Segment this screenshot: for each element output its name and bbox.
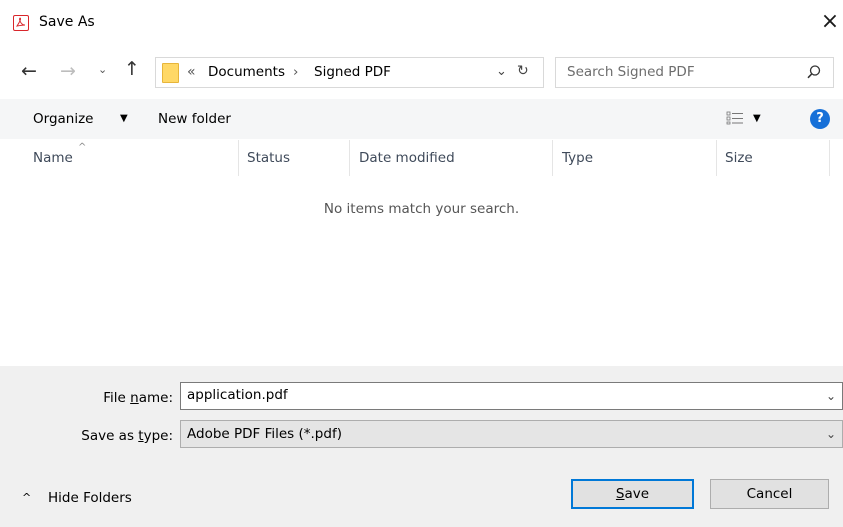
help-icon[interactable]: ? xyxy=(810,109,830,129)
column-type[interactable]: Type xyxy=(562,150,593,166)
sort-ascending-icon: ^ xyxy=(78,142,87,153)
column-status[interactable]: Status xyxy=(247,150,290,166)
save-as-type-label: Save as type: xyxy=(81,428,173,444)
view-options-caret-icon[interactable]: ▼ xyxy=(753,113,761,124)
refresh-icon[interactable]: ↻ xyxy=(517,63,529,79)
breadcrumb-overflow[interactable]: « xyxy=(187,64,196,80)
forward-arrow-icon[interactable]: → xyxy=(60,60,76,82)
column-divider[interactable] xyxy=(349,140,350,176)
save-as-type-dropdown-icon[interactable]: ⌄ xyxy=(826,427,836,441)
save-as-type-select[interactable]: Adobe PDF Files (*.pdf) ⌄ xyxy=(180,420,843,448)
search-input[interactable]: Search Signed PDF xyxy=(555,57,834,88)
new-folder-button[interactable]: New folder xyxy=(158,111,231,127)
cancel-button[interactable]: Cancel xyxy=(710,479,829,509)
view-options-icon[interactable] xyxy=(726,110,744,130)
column-header-row: ^ Name Status Date modified Type Size xyxy=(0,140,843,176)
column-divider[interactable] xyxy=(238,140,239,176)
breadcrumb-documents[interactable]: Documents xyxy=(208,64,285,80)
up-arrow-icon[interactable]: ↑ xyxy=(124,58,140,80)
recent-locations-chevron-icon[interactable]: ⌄ xyxy=(98,63,107,76)
address-bar[interactable]: « Documents › Signed PDF ⌄ ↻ xyxy=(155,57,544,88)
close-icon[interactable]: × xyxy=(819,9,841,35)
file-name-input[interactable] xyxy=(187,387,807,403)
search-placeholder: Search Signed PDF xyxy=(567,64,695,80)
window-title: Save As xyxy=(39,14,95,30)
organize-caret-icon[interactable]: ▼ xyxy=(120,113,128,124)
title-bar: Save As × xyxy=(0,0,843,46)
hide-folders-caret-icon[interactable]: ^ xyxy=(22,491,31,504)
hide-folders-button[interactable]: Hide Folders xyxy=(48,490,132,506)
address-dropdown-icon[interactable]: ⌄ xyxy=(496,64,507,79)
back-arrow-icon[interactable]: ← xyxy=(21,60,37,82)
column-divider[interactable] xyxy=(716,140,717,176)
file-name-dropdown-icon[interactable]: ⌄ xyxy=(826,389,836,403)
acrobat-icon xyxy=(13,15,29,31)
column-date-modified[interactable]: Date modified xyxy=(359,150,455,166)
breadcrumb-separator-icon[interactable]: › xyxy=(293,64,298,80)
column-divider[interactable] xyxy=(552,140,553,176)
file-name-field[interactable]: ⌄ xyxy=(180,382,843,410)
save-options-panel: File name: ⌄ Save as type: Adobe PDF Fil… xyxy=(0,366,843,527)
empty-list-message: No items match your search. xyxy=(323,201,520,217)
column-name[interactable]: Name xyxy=(33,150,73,166)
save-button[interactable]: Save xyxy=(571,479,694,509)
breadcrumb-signed-pdf[interactable]: Signed PDF xyxy=(314,64,391,80)
column-divider[interactable] xyxy=(829,140,830,176)
column-size[interactable]: Size xyxy=(725,150,753,166)
organize-button[interactable]: Organize xyxy=(33,111,93,127)
folder-icon xyxy=(162,63,179,83)
file-name-label: File name: xyxy=(103,390,173,406)
command-toolbar: Organize ▼ New folder ▼ ? xyxy=(0,99,843,139)
search-icon[interactable] xyxy=(806,64,822,84)
save-as-type-value: Adobe PDF Files (*.pdf) xyxy=(187,426,342,442)
